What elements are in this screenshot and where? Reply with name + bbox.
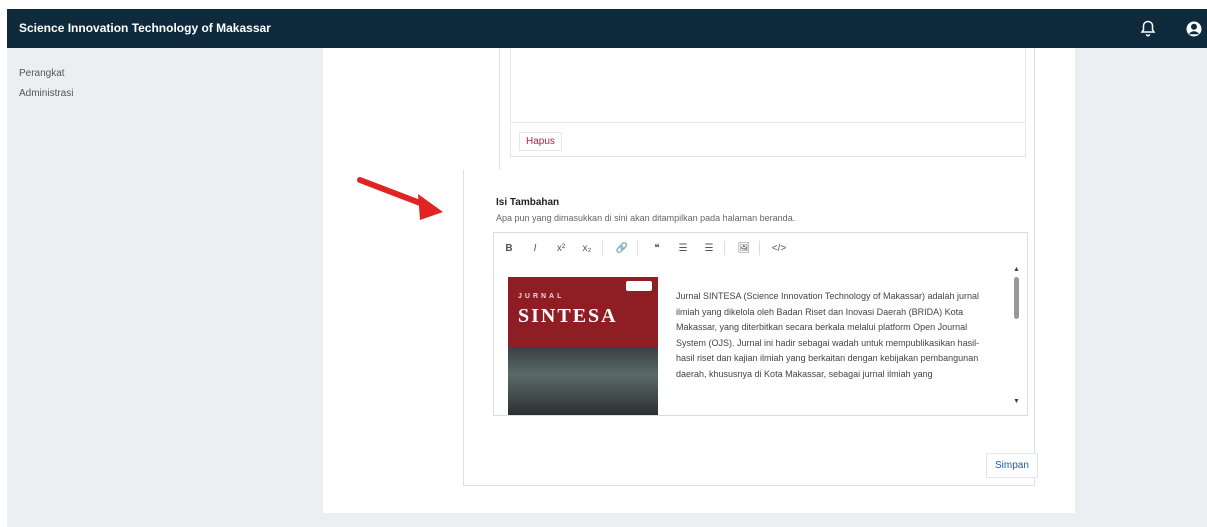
save-button[interactable]: Simpan — [986, 453, 1038, 478]
top-bar: Science Innovation Technology of Makassa… — [7, 9, 1207, 48]
editor-content[interactable]: JURNAL SINTESA Jurnal SINTESA (Science I… — [493, 263, 1028, 416]
additional-content-label: Isi Tambahan — [496, 197, 560, 208]
editor-body-text[interactable]: Jurnal SINTESA (Science Innovation Techn… — [676, 289, 986, 382]
scroll-up-icon[interactable]: ▲ — [1013, 266, 1020, 273]
app-title[interactable]: Science Innovation Technology of Makassa… — [19, 21, 271, 35]
scroll-thumb[interactable] — [1014, 277, 1019, 319]
previous-editor-area[interactable] — [510, 48, 1026, 123]
sidebar: Perangkat Administrasi — [19, 68, 73, 108]
numbered-list-button[interactable]: ☰ — [698, 243, 720, 254]
cover-photo — [508, 347, 658, 415]
image-badge — [626, 281, 652, 291]
bold-button[interactable]: B — [498, 243, 520, 254]
main-shell: Perangkat Administrasi Hapus Isi Tambaha… — [7, 48, 1207, 527]
editor-scrollbar[interactable]: ▲ ▼ — [1012, 266, 1020, 411]
delete-button[interactable]: Hapus — [519, 132, 562, 151]
toolbar-divider — [637, 241, 638, 255]
toolbar-divider — [724, 241, 725, 255]
image-button[interactable]: 🖼 — [733, 243, 755, 254]
journal-cover-image[interactable]: JURNAL SINTESA — [508, 277, 658, 415]
toolbar-divider — [759, 241, 760, 255]
bullet-list-button[interactable]: ☰ — [672, 243, 694, 254]
bell-icon[interactable] — [1139, 20, 1157, 38]
cover-title: SINTESA — [518, 305, 618, 327]
sidebar-item-perangkat[interactable]: Perangkat — [19, 68, 73, 79]
subscript-button[interactable]: x₂ — [576, 243, 598, 254]
scroll-down-icon[interactable]: ▼ — [1013, 398, 1020, 405]
rich-text-toolbar: B I x² x₂ 🔗 ❝ ☰ ☰ 🖼 </> — [493, 232, 1028, 264]
toolbar-divider — [602, 241, 603, 255]
annotation-arrow-icon — [357, 177, 443, 220]
upper-card: Hapus — [499, 48, 1035, 171]
link-button[interactable]: 🔗 — [611, 243, 633, 254]
additional-content-description: Apa pun yang dimasukkan di sini akan dit… — [496, 213, 796, 223]
blockquote-button[interactable]: ❝ — [646, 243, 668, 254]
user-circle-icon[interactable] — [1185, 20, 1203, 38]
superscript-button[interactable]: x² — [550, 243, 572, 254]
sidebar-item-administrasi[interactable]: Administrasi — [19, 88, 73, 99]
delete-row: Hapus — [510, 124, 1026, 157]
cover-top-label: JURNAL — [518, 293, 565, 300]
italic-button[interactable]: I — [524, 243, 546, 254]
settings-panel: Hapus Isi Tambahan Apa pun yang dimasukk… — [323, 48, 1075, 513]
source-code-button[interactable]: </> — [768, 243, 790, 254]
